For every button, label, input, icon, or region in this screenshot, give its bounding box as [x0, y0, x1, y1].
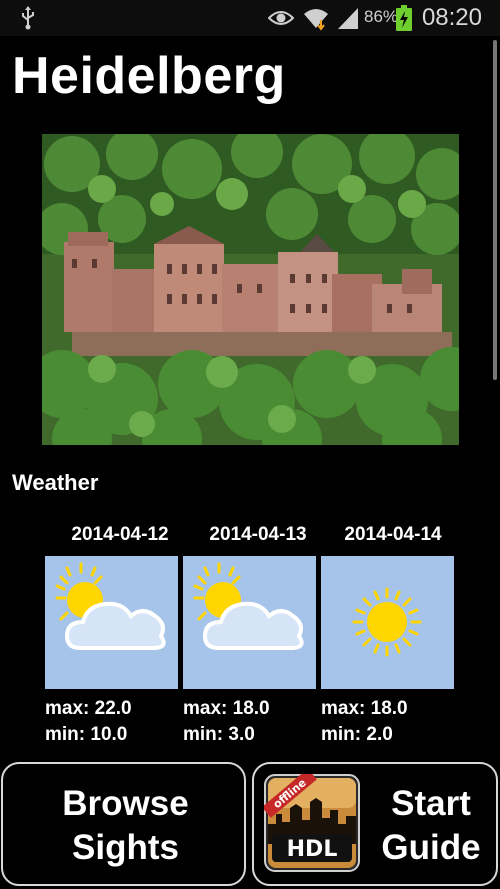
usb-icon: [22, 6, 34, 30]
forecast-date: 2014-04-14: [344, 524, 442, 545]
castle-photo: [42, 134, 459, 445]
guide-label-line2: Guide: [381, 828, 481, 867]
browse-label-line1: Browse: [62, 784, 189, 823]
status-bar: 86% 08:20: [0, 0, 500, 36]
start-guide-button[interactable]: HDL offline Start Guide: [252, 762, 498, 886]
forecast-min: min: 10.0: [45, 724, 128, 745]
forecast-min: min: 2.0: [321, 724, 393, 745]
battery-charging-icon: [396, 5, 412, 31]
signal-icon: [338, 8, 358, 29]
eye-icon: [268, 11, 294, 25]
browse-label-line2: Sights: [72, 828, 179, 867]
svg-text:HDL: HDL: [287, 837, 338, 862]
guide-label-line1: Start: [391, 784, 471, 823]
wifi-icon: [304, 9, 328, 31]
battery-percent: 86%: [364, 7, 399, 26]
hdl-app-logo: HDL offline: [264, 774, 360, 872]
browse-sights-button[interactable]: Browse Sights: [1, 762, 246, 886]
partly-cloudy-icon: [183, 556, 316, 689]
forecast-max: max: 18.0: [321, 698, 408, 719]
sunny-icon: [321, 556, 454, 689]
scrollbar[interactable]: [493, 40, 497, 380]
status-clock: 08:20: [421, 4, 482, 31]
forecast-max: max: 18.0: [183, 698, 270, 719]
page-title: Heidelberg: [12, 47, 286, 105]
forecast-date: 2014-04-13: [209, 524, 307, 545]
forecast-day: 2014-04-13 max: 18.0 min: 3.0: [183, 524, 317, 748]
forecast-min: min: 3.0: [183, 724, 255, 745]
forecast-day: 2014-04-14 max: 18.0 min: 2.0: [321, 524, 455, 748]
forecast-max: max: 22.0: [45, 698, 132, 719]
weather-heading: Weather: [12, 470, 99, 495]
forecast-date: 2014-04-12: [71, 524, 169, 545]
forecast-day: 2014-04-12 max: 22.0 min: 10.0: [45, 524, 179, 748]
partly-cloudy-icon: [45, 556, 178, 689]
